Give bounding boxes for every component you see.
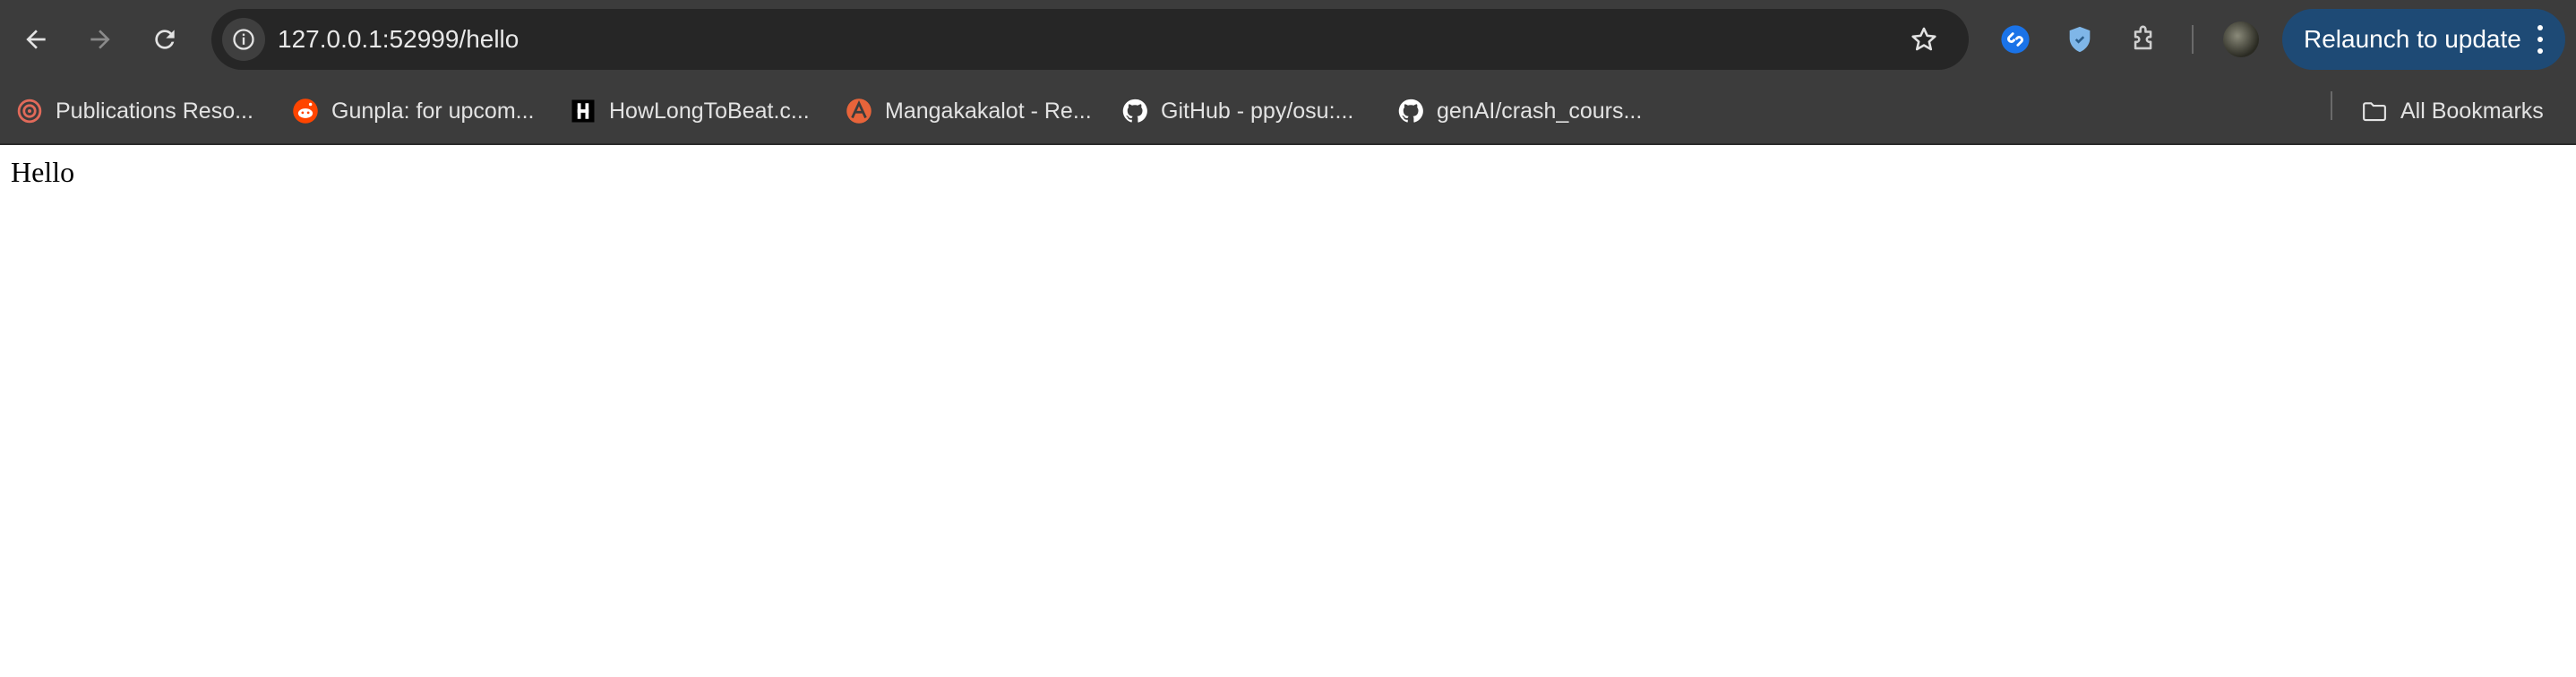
hltb-icon (570, 98, 597, 124)
page-body-text: Hello (11, 156, 75, 188)
shazam-icon (2001, 25, 2030, 54)
site-info-button[interactable] (222, 18, 265, 61)
toolbar-divider (2192, 25, 2194, 54)
reload-button[interactable] (143, 18, 186, 61)
page-content: Hello (0, 145, 2576, 677)
url-text[interactable]: 127.0.0.1:52999/hello (278, 9, 519, 70)
bookmark-star-button[interactable] (1906, 21, 1942, 57)
folder-icon (2361, 98, 2388, 124)
all-bookmarks-label: All Bookmarks (2400, 98, 2544, 124)
shield-extension-button[interactable] (2058, 18, 2101, 61)
bookmark-label: HowLongToBeat.c... (609, 98, 810, 124)
github-icon (1397, 98, 1424, 124)
forward-arrow-icon (90, 30, 110, 49)
kebab-menu-icon[interactable] (2531, 25, 2549, 54)
forward-button[interactable] (79, 18, 122, 61)
browser-toolbar: 127.0.0.1:52999/hello Relaunch to update (0, 0, 2576, 79)
bookmarks-bar: Publications Reso... Gunpla: for upcom..… (0, 79, 2576, 145)
puzzle-icon (2134, 25, 2152, 50)
bookmark-item[interactable]: genAI/crash_cours... (1397, 91, 1642, 131)
bookmark-label: GitHub - ppy/osu:... (1161, 98, 1354, 124)
bookmark-item[interactable]: GitHub - ppy/osu:... (1121, 91, 1353, 131)
github-icon (1121, 98, 1148, 124)
reload-icon (155, 30, 175, 49)
bookmark-item[interactable]: Mangakakalot - Re... (846, 91, 1092, 131)
all-bookmarks-button[interactable]: All Bookmarks (2361, 91, 2544, 131)
bookmark-item[interactable]: Gunpla: for upcom... (292, 91, 535, 131)
bookmark-label: Publications Reso... (56, 98, 253, 124)
relaunch-label: Relaunch to update (2304, 25, 2521, 53)
reddit-icon (292, 98, 319, 124)
back-arrow-icon (26, 30, 46, 49)
extensions-button[interactable] (2123, 18, 2166, 61)
shield-icon (2069, 26, 2091, 53)
bookmark-item[interactable]: HowLongToBeat.c... (570, 91, 810, 131)
profile-avatar[interactable] (2223, 21, 2259, 57)
target-icon (16, 98, 43, 124)
bookmarks-divider (2331, 91, 2332, 120)
bookmark-label: Gunpla: for upcom... (331, 98, 535, 124)
relaunch-to-update-button[interactable]: Relaunch to update (2282, 9, 2565, 70)
star-icon (1911, 27, 1936, 51)
bookmark-item[interactable]: Publications Reso... (16, 91, 253, 131)
address-bar[interactable]: 127.0.0.1:52999/hello (211, 9, 1969, 70)
back-button[interactable] (14, 18, 57, 61)
bookmark-label: Mangakakalot - Re... (885, 98, 1092, 124)
mangakakalot-icon (846, 98, 872, 124)
bookmark-label: genAI/crash_cours... (1437, 98, 1643, 124)
shazam-extension-button[interactable] (1994, 18, 2037, 61)
info-icon (233, 29, 254, 50)
